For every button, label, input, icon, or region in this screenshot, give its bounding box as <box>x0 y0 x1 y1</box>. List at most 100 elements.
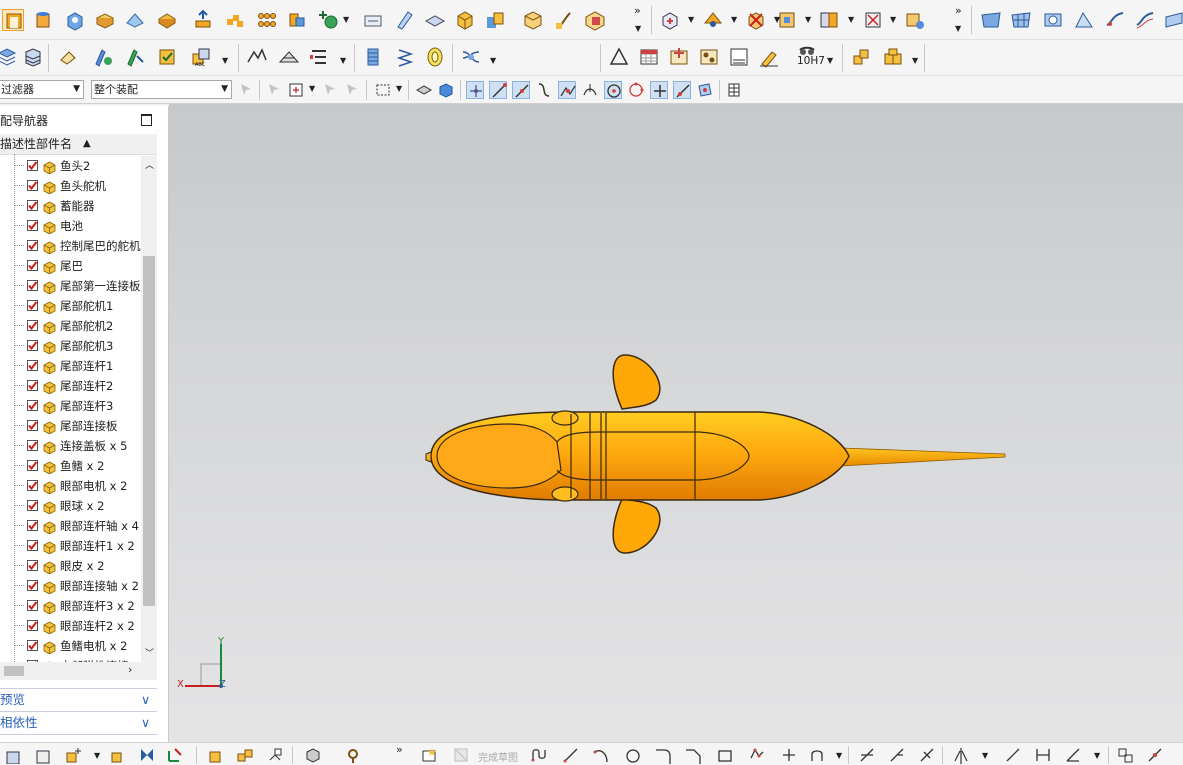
visibility-checkbox[interactable] <box>27 340 38 351</box>
wave-link-icon[interactable] <box>362 9 384 31</box>
tree-row[interactable]: 尾部连杆3 <box>0 396 141 416</box>
part-list-icon[interactable] <box>698 46 720 68</box>
finish-sketch-icon[interactable] <box>452 746 470 764</box>
navigator-horizontal-scrollbar[interactable]: › <box>0 662 157 680</box>
dimension-angle-icon[interactable] <box>1064 746 1082 764</box>
show-hide-blue-icon[interactable] <box>437 81 455 99</box>
visibility-checkbox[interactable] <box>27 220 38 231</box>
list-tree-icon[interactable] <box>308 46 330 68</box>
dimension-tool-icon[interactable] <box>1004 746 1022 764</box>
preview-panel-header[interactable]: 预览 ∨ <box>0 688 157 712</box>
assembly-move-icon[interactable] <box>659 9 681 31</box>
plate-icon[interactable] <box>424 9 446 31</box>
visibility-checkbox[interactable] <box>27 600 38 611</box>
sketch-curve-icon[interactable] <box>246 46 268 68</box>
sketchbar-overflow[interactable]: » <box>396 743 403 756</box>
visibility-checkbox[interactable] <box>27 160 38 171</box>
wire-harness-dropdown-icon[interactable]: ▼ <box>490 56 496 65</box>
surface-patch-icon[interactable] <box>980 9 1002 31</box>
rectangle-tool-icon[interactable] <box>716 746 734 764</box>
add-part-icon[interactable] <box>64 746 82 764</box>
spring-stack-icon[interactable] <box>362 46 384 68</box>
tree-row[interactable]: 连接盖板 x 5 <box>0 436 141 456</box>
component-group-icon[interactable] <box>882 46 904 68</box>
tree-row[interactable]: 尾部舵机1 <box>0 296 141 316</box>
tree-row[interactable]: 电池 <box>0 216 141 236</box>
tree-row[interactable]: 眼部连杆3 x 2 <box>0 596 141 616</box>
tree-row[interactable]: 尾部连杆2 <box>0 376 141 396</box>
visibility-checkbox[interactable] <box>27 560 38 571</box>
remove-component-icon[interactable] <box>745 9 767 31</box>
preview-expand-icon[interactable]: ∨ <box>141 689 150 711</box>
offset-body-icon[interactable] <box>484 9 506 31</box>
line-tool-icon[interactable] <box>562 746 580 764</box>
snap-center-icon[interactable] <box>604 81 622 99</box>
snap-grid-icon[interactable] <box>725 81 743 99</box>
replace-component-icon[interactable] <box>776 9 798 31</box>
mating-icon[interactable] <box>702 9 724 31</box>
hscroll-thumb[interactable] <box>4 666 24 676</box>
mirror-curve-dropdown-icon[interactable]: ▼ <box>982 751 988 760</box>
show-hide-solid-icon[interactable] <box>415 81 433 99</box>
toolbar1-more-b-dropdown-icon[interactable]: ▼ <box>955 24 961 33</box>
snap-on-face-icon[interactable] <box>696 81 714 99</box>
visibility-checkbox[interactable] <box>27 180 38 191</box>
tree-row[interactable]: 控制尾巴的舵机 <box>0 236 141 256</box>
component-copy-icon[interactable] <box>236 746 254 764</box>
mirror-curve-icon[interactable] <box>952 746 970 764</box>
snap-tangent-icon[interactable] <box>581 81 599 99</box>
sheet-body-icon[interactable] <box>394 9 416 31</box>
component-group-dropdown-icon[interactable]: ▼ <box>912 56 918 65</box>
select-feature-icon[interactable] <box>266 81 284 99</box>
tree-row[interactable]: 尾部连接板 <box>0 416 141 436</box>
feature-shell-icon[interactable] <box>156 9 178 31</box>
move-component-icon[interactable] <box>192 9 214 31</box>
tree-row[interactable]: 眼部电机 x 2 <box>0 476 141 496</box>
analysis-tool-icon[interactable] <box>124 46 146 68</box>
sweep-icon[interactable] <box>552 9 574 31</box>
dimension-linear-icon[interactable] <box>1034 746 1052 764</box>
box-edge-icon[interactable] <box>94 9 116 31</box>
add-component-dropdown-icon[interactable]: ▼ <box>343 15 349 24</box>
visibility-checkbox[interactable] <box>27 500 38 511</box>
tree-row[interactable]: 眼部连杆轴 x 4 <box>0 516 141 536</box>
tree-row[interactable]: 蓄能器 <box>0 196 141 216</box>
select-box-dropdown-icon[interactable]: ▼ <box>309 84 315 93</box>
bearing-icon[interactable] <box>424 46 446 68</box>
measure-tool-icon[interactable] <box>92 46 114 68</box>
scroll-down-arrow-icon[interactable]: ﹀ <box>145 646 154 659</box>
profile-icon[interactable] <box>530 746 548 764</box>
scroll-up-arrow-icon[interactable]: ︿ <box>145 158 154 171</box>
stack-body-icon[interactable] <box>22 46 44 68</box>
eraser-icon[interactable] <box>58 46 80 68</box>
surface-sew-icon[interactable] <box>1073 9 1095 31</box>
constraint-tool-icon[interactable] <box>1116 746 1134 764</box>
visibility-checkbox[interactable] <box>27 260 38 271</box>
dimension-dropdown-icon[interactable]: ▼ <box>1094 751 1100 760</box>
visibility-checkbox[interactable] <box>27 440 38 451</box>
robot-fish-model[interactable] <box>169 104 1183 742</box>
visibility-checkbox[interactable] <box>27 400 38 411</box>
component-array-icon[interactable] <box>206 746 224 764</box>
toolbar1-more-dropdown-icon[interactable]: ▼ <box>635 24 641 33</box>
tree-row[interactable]: 眼球 x 2 <box>0 496 141 516</box>
visibility-checkbox[interactable] <box>27 480 38 491</box>
body-cube-icon[interactable] <box>454 9 476 31</box>
snap-line-icon[interactable] <box>489 81 507 99</box>
feature-blend-icon[interactable] <box>124 9 146 31</box>
toolbar1-overflow-b[interactable]: » <box>955 4 962 17</box>
layered-body-icon[interactable] <box>0 46 18 68</box>
visibility-checkbox[interactable] <box>27 420 38 431</box>
table-grid-icon[interactable] <box>638 46 660 68</box>
insert-part-icon[interactable] <box>108 746 126 764</box>
scroll-thumb[interactable] <box>143 256 155 606</box>
surface-edit-icon[interactable] <box>1104 9 1126 31</box>
dependency-expand-icon[interactable]: ∨ <box>141 712 150 734</box>
add-table-icon[interactable] <box>668 46 690 68</box>
navigator-maximize-icon[interactable] <box>141 114 152 126</box>
tree-row[interactable]: 尾巴 <box>0 256 141 276</box>
visibility-checkbox[interactable] <box>27 640 38 651</box>
mirror-assembly-icon[interactable] <box>286 9 308 31</box>
assembly-constraint-icon[interactable] <box>2 9 24 31</box>
fillet-tool-icon[interactable] <box>654 746 672 764</box>
